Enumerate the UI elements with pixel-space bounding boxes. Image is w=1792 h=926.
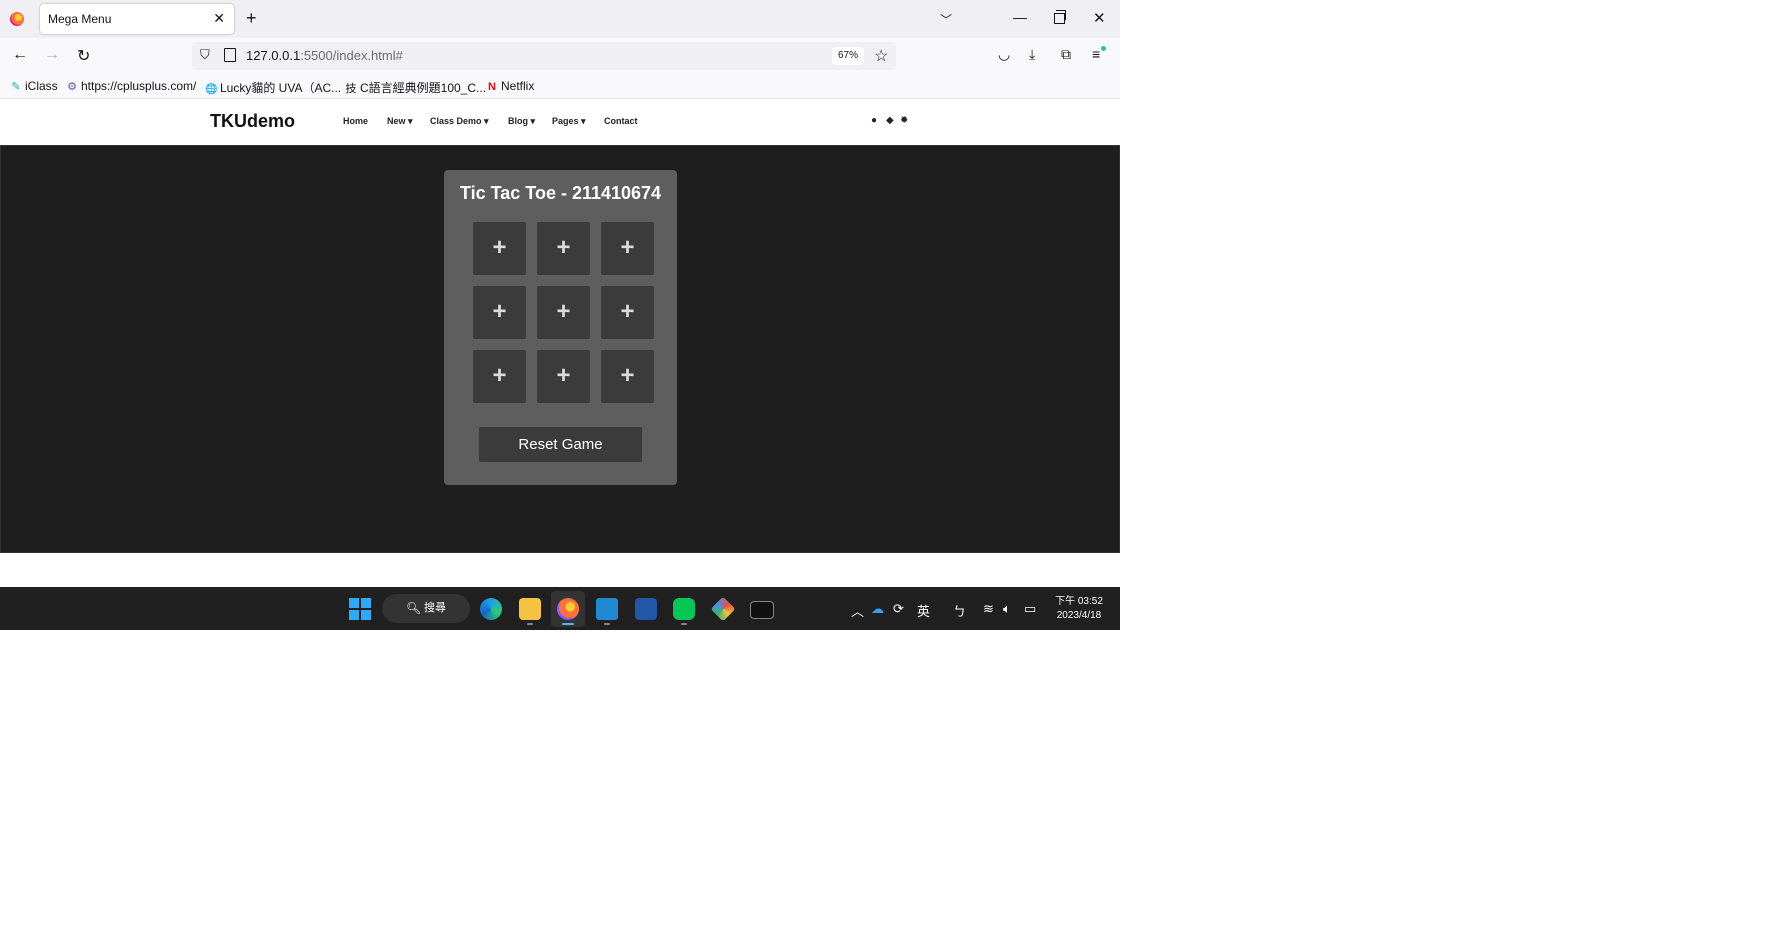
restore-icon[interactable] [1054, 10, 1066, 24]
back-arrow-icon[interactable]: ← [12, 46, 28, 64]
extensions-icon[interactable]: ⧉ [1061, 46, 1071, 63]
pocket-icon[interactable]: ◡ [998, 46, 1010, 63]
edge-icon[interactable] [480, 598, 502, 620]
bookmark-cplusplus[interactable]: ⚙ https://cplusplus.com/ [66, 79, 196, 93]
firefox-taskbar-icon[interactable] [557, 598, 579, 620]
menu-contact[interactable]: Contact [604, 116, 638, 126]
new-tab-button[interactable]: + [246, 8, 257, 28]
url-bar[interactable]: ⛉ 127.0.0.1:5500/index.html# 67% ☆ [192, 42, 896, 70]
board-cell[interactable]: + [601, 286, 654, 339]
game-area: Tic Tac Toe - 211410674 + + + + + + + + … [0, 145, 1120, 553]
sync-icon[interactable]: ⟳ [893, 601, 904, 617]
update-dot-icon [1101, 46, 1106, 51]
site-header: TKUdemo Home New ▾ Class Demo ▾ Blog ▾ P… [0, 99, 1120, 145]
book-icon: 技 [345, 83, 357, 95]
board-cell[interactable]: + [537, 350, 590, 403]
menu-blog[interactable]: Blog ▾ [508, 116, 535, 127]
bookmark-c-examples[interactable]: 技 C語言經典例題100_C... [345, 79, 487, 96]
bookmark-star-icon[interactable]: ☆ [874, 46, 888, 66]
bookmarks-toolbar: ✎ iClass ⚙ https://cplusplus.com/ 🌐 Lucky貓的… [0, 74, 1120, 99]
start-windows-icon[interactable] [349, 598, 371, 620]
zoom-level-badge[interactable]: 67% [832, 47, 865, 65]
file-explorer-icon[interactable] [519, 598, 541, 620]
screen: Mega Menu ✕ + ﹀ — ✕ ← → ↻ ⛉ 127.0.0.1:55… [0, 0, 1120, 630]
line-icon[interactable] [673, 598, 695, 620]
battery-icon[interactable]: ▭ [1024, 601, 1036, 617]
taskbar-search[interactable]: 🔍︎ 搜尋 [382, 594, 470, 623]
hamburger-menu-icon[interactable]: ≡ [1092, 46, 1100, 62]
app-icon[interactable] [710, 596, 736, 622]
vscode-icon[interactable] [596, 598, 618, 620]
bookmark-lucky-uva[interactable]: 🌐 Lucky貓的 UVA（AC... [205, 79, 341, 96]
reload-icon[interactable]: ↻ [77, 46, 90, 66]
reset-game-button[interactable]: Reset Game [479, 427, 642, 462]
show-hidden-icons-chevron-icon[interactable]: ︿ [851, 601, 864, 620]
gear-icon[interactable]: ✹ [900, 115, 908, 126]
navigation-toolbar: ← → ↻ ⛉ 127.0.0.1:5500/index.html# 67% ☆… [0, 38, 1120, 74]
tab-title: Mega Menu [48, 12, 112, 26]
running-indicator [604, 623, 610, 625]
board-cell[interactable]: + [601, 350, 654, 403]
window-close-icon[interactable]: ✕ [1093, 9, 1106, 27]
active-indicator [562, 623, 574, 625]
ime-mode-indicator[interactable]: ㄅ [953, 601, 966, 620]
globe-icon: 🌐 [205, 84, 218, 95]
forward-arrow-icon[interactable]: → [44, 46, 60, 64]
menu-home[interactable]: Home [343, 116, 368, 126]
tracking-shield-icon[interactable]: ⛉ [200, 47, 210, 63]
onedrive-icon[interactable]: ☁ [871, 601, 884, 617]
taskbar: 🔍︎ 搜尋 ︿ ☁ ⟳ 英 ㄅ ≋ 🔈︎ ▭ 下午 03:52 2023/4/1… [0, 587, 1120, 630]
volume-icon[interactable]: 🔈︎ [1003, 601, 1011, 617]
tic-tac-toe-panel: Tic Tac Toe - 211410674 + + + + + + + + … [444, 170, 677, 485]
running-indicator [527, 623, 533, 625]
board-cell[interactable]: + [537, 222, 590, 275]
menu-class-demo[interactable]: Class Demo ▾ [430, 116, 489, 127]
netflix-icon: N [488, 81, 496, 93]
iclass-icon: ✎ [11, 81, 21, 93]
board-cell[interactable]: + [537, 286, 590, 339]
menu-new[interactable]: New ▾ [387, 116, 413, 127]
board-cell[interactable]: + [473, 222, 526, 275]
clock-time: 下午 03:52 [1055, 596, 1103, 607]
running-indicator [681, 623, 687, 625]
board-cell[interactable]: + [473, 350, 526, 403]
cplusplus-icon: ⚙ [67, 81, 77, 93]
browser-tab[interactable]: Mega Menu ✕ [40, 4, 234, 34]
input-language-indicator[interactable]: 英 [917, 601, 930, 620]
search-icon: 🔍︎ [406, 601, 422, 615]
url-text[interactable]: 127.0.0.1:5500/index.html# [246, 48, 403, 63]
wifi-icon[interactable]: ≋ [983, 601, 994, 617]
web-page: TKUdemo Home New ▾ Class Demo ▾ Blog ▾ P… [0, 99, 1120, 587]
list-tabs-chevron-icon[interactable]: ﹀ [940, 11, 952, 28]
game-title: Tic Tac Toe - 211410674 [459, 183, 662, 203]
menu-pages[interactable]: Pages ▾ [552, 116, 586, 127]
minimize-icon[interactable]: — [1013, 9, 1027, 25]
terminal-icon[interactable] [750, 601, 774, 619]
bookmark-iclass[interactable]: ✎ iClass [10, 79, 57, 93]
firefox-icon[interactable] [10, 12, 24, 26]
github-icon[interactable]: ● [871, 115, 877, 126]
bookmark-netflix[interactable]: N Netflix [486, 79, 534, 93]
close-tab-icon[interactable]: ✕ [213, 10, 225, 27]
download-icon[interactable]: ⤓ [1029, 46, 1035, 63]
site-logo[interactable]: TKUdemo [210, 111, 295, 132]
clock-date: 2023/4/18 [1056, 610, 1102, 621]
diamond-icon[interactable]: ◆ [886, 115, 894, 126]
devcpp-icon[interactable] [635, 598, 657, 620]
tab-strip: Mega Menu ✕ + ﹀ — ✕ [0, 0, 1120, 38]
page-info-icon[interactable] [224, 48, 236, 62]
board-cell[interactable]: + [473, 286, 526, 339]
board-cell[interactable]: + [601, 222, 654, 275]
system-clock[interactable]: 下午 03:52 2023/4/18 [1052, 595, 1106, 623]
